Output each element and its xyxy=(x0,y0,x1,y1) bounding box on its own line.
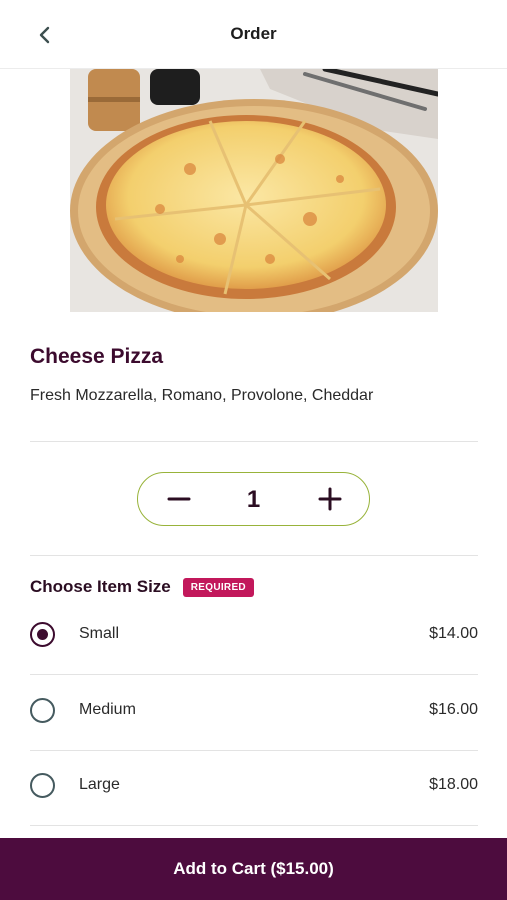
top-bar: Order xyxy=(0,0,507,69)
size-option-medium[interactable]: Medium $16.00 xyxy=(30,672,478,748)
size-option-small[interactable]: Small $14.00 xyxy=(30,596,478,672)
plus-icon xyxy=(318,487,342,511)
section-title: Choose Item Size xyxy=(30,577,171,596)
option-price: $14.00 xyxy=(429,625,478,642)
radio-button[interactable] xyxy=(30,772,55,798)
product-image xyxy=(70,69,438,312)
size-section-header: Choose Item Size REQUIRED xyxy=(30,577,254,597)
option-label: Small xyxy=(79,625,120,642)
pizza-photo xyxy=(70,69,438,312)
add-to-cart-label: Add to Cart ($15.00) xyxy=(173,859,334,878)
increment-button[interactable] xyxy=(313,482,347,516)
divider xyxy=(30,825,478,826)
radio-selected-dot xyxy=(37,628,48,640)
option-price: $18.00 xyxy=(429,776,478,793)
product-description: Fresh Mozzarella, Romano, Provolone, Che… xyxy=(30,387,374,404)
radio-button[interactable] xyxy=(30,697,55,723)
add-to-cart-button[interactable]: Add to Cart ($15.00) xyxy=(0,838,507,900)
size-option-large[interactable]: Large $18.00 xyxy=(30,747,478,823)
option-price: $16.00 xyxy=(429,701,478,718)
option-label: Large xyxy=(79,776,120,793)
required-badge: REQUIRED xyxy=(182,577,254,597)
option-label: Medium xyxy=(79,701,136,718)
page-title: Order xyxy=(230,24,277,43)
quantity-stepper: 1 xyxy=(137,472,370,526)
divider xyxy=(30,441,478,442)
divider xyxy=(30,555,478,556)
product-title: Cheese Pizza xyxy=(30,345,164,368)
radio-button[interactable] xyxy=(30,621,55,647)
